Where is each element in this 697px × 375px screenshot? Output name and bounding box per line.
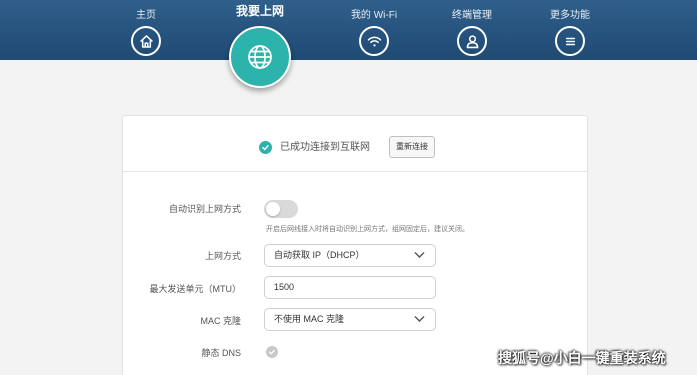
connection-status-text: 已成功连接到互联网	[280, 142, 370, 153]
nav-item-home[interactable]: 主页	[106, 0, 186, 56]
menu-icon	[555, 26, 585, 56]
static-dns-label: 静态 DNS	[201, 348, 241, 358]
internet-settings-card: 已成功连接到互联网 重新连接 自动识别上网方式 开启后网线接入时将自动识别上网方…	[122, 115, 588, 375]
nav-label-wifi: 我的 Wi-Fi	[350, 10, 398, 21]
static-dns-checkbox[interactable]	[266, 346, 278, 358]
nav-label-home: 主页	[136, 10, 156, 21]
nav-item-devices[interactable]: 终端管理	[432, 0, 512, 56]
nav-item-wifi[interactable]: 我的 Wi-Fi	[334, 0, 414, 56]
check-circle-icon	[259, 141, 272, 154]
chevron-down-icon	[414, 316, 425, 322]
home-icon	[131, 26, 161, 56]
globe-icon	[229, 26, 291, 88]
mtu-label: 最大发送单元（MTU）	[149, 284, 242, 294]
nav-item-internet[interactable]: 我要上网	[219, 0, 301, 88]
mac-clone-label: MAC 克隆	[200, 316, 241, 326]
connection-type-select[interactable]: 自动获取 IP（DHCP）	[264, 244, 436, 267]
reconnect-button[interactable]: 重新连接	[389, 136, 435, 158]
chevron-down-icon	[414, 252, 425, 258]
nav-label-internet: 我要上网	[235, 4, 284, 18]
check-icon	[269, 349, 275, 355]
toggle-knob	[266, 202, 280, 216]
connection-status-row: 已成功连接到互联网 重新连接	[123, 116, 587, 172]
mac-clone-value: 不使用 MAC 克隆	[274, 314, 345, 324]
mac-clone-select[interactable]: 不使用 MAC 克隆	[264, 308, 436, 331]
mtu-input[interactable]: 1500	[264, 276, 436, 299]
top-nav-bar: 主页 我的 Wi-Fi 终端管理 更多功能	[0, 0, 697, 60]
connection-type-label: 上网方式	[204, 251, 241, 261]
user-icon	[457, 26, 487, 56]
nav-item-more[interactable]: 更多功能	[530, 0, 610, 56]
nav-label-more: 更多功能	[550, 10, 590, 21]
nav-label-devices: 终端管理	[452, 10, 492, 21]
wifi-icon	[359, 26, 389, 56]
auto-detect-toggle[interactable]	[264, 200, 298, 218]
watermark-text: 搜狐号@小白一键重装系统	[498, 350, 666, 366]
auto-detect-hint: 开启后网线接入时将自动识别上网方式，组网固定后，建议关闭。	[266, 226, 469, 233]
connection-type-value: 自动获取 IP（DHCP）	[274, 250, 365, 260]
mtu-value: 1500	[274, 282, 295, 292]
auto-detect-label: 自动识别上网方式	[168, 204, 241, 214]
